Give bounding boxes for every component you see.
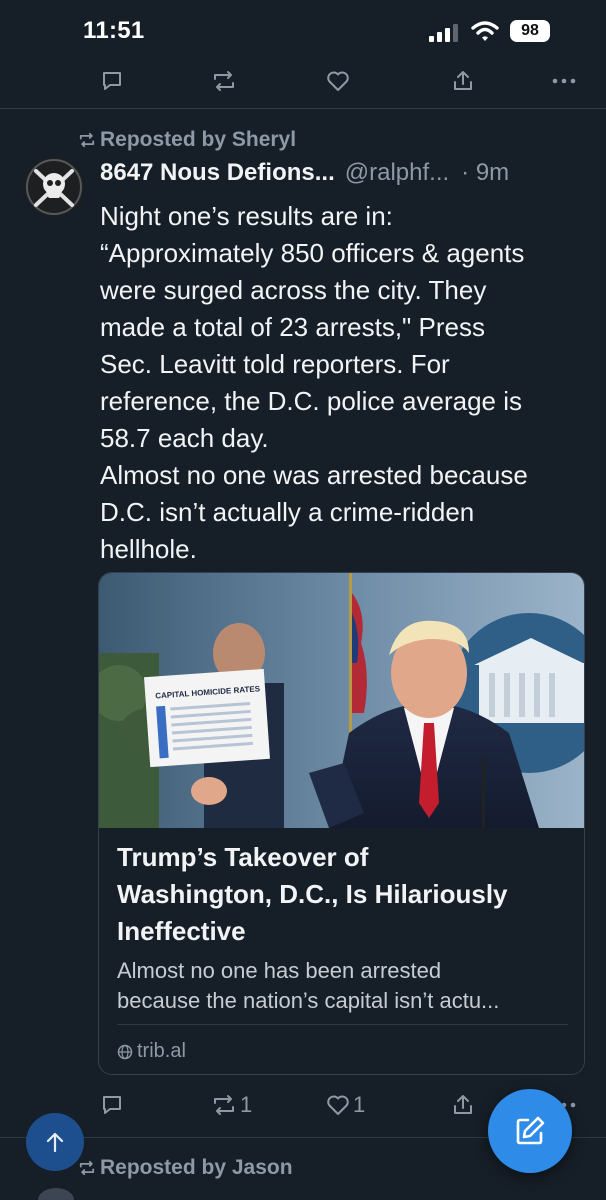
compose-icon [516,1116,545,1145]
compose-button[interactable] [488,1089,572,1173]
scroll-to-top-button[interactable] [26,1113,84,1171]
post-divider [0,108,606,109]
post-text-line: were surged across the city. They [100,275,487,305]
post-text-line: reference, the D.C. police average is [100,386,522,416]
post-text-line: Night one’s results are in: [100,201,393,231]
cellular-signal-icon [429,24,458,42]
arrow-up-icon [46,1132,64,1153]
post-text-line: made a total of 23 arrests," Press [100,312,485,342]
repost-button[interactable] [211,64,237,98]
post-text-line: hellhole. [100,534,197,564]
author-avatar[interactable] [24,157,84,217]
like-icon [327,1095,349,1115]
battery-indicator: 98 [510,20,550,42]
share-button[interactable] [451,64,475,98]
next-repost-label: Reposted by Jason [100,1156,293,1179]
post-timestamp: · 9m [461,159,510,186]
globe-icon [117,1044,133,1059]
share-button[interactable] [451,1088,475,1122]
more-options-button[interactable] [552,64,576,98]
like-icon [327,71,349,91]
like-button[interactable] [326,64,350,98]
next-repost-context[interactable]: Reposted by Jason [78,1156,293,1180]
link-card-description-line: Almost no one has been arrested [117,958,442,983]
next-author-avatar[interactable] [38,1188,74,1200]
reply-icon [103,72,121,90]
skull-crossbones-avatar-image [24,157,84,217]
previous-post-actions [0,64,606,98]
link-preview-card[interactable]: CAPITAL HOMICIDE RATES Trump’s Takeover … [98,572,585,1075]
like-button[interactable]: 1 [326,1088,365,1122]
wifi-icon [471,21,499,41]
post-text-line: 58.7 each day. [100,423,269,453]
author-handle[interactable]: @ralphf... [345,159,449,187]
repost-button[interactable]: 1 [211,1088,252,1122]
repost-context[interactable]: Reposted by Sheryl [78,128,296,152]
repost-count: 1 [240,1092,253,1117]
reply-button[interactable] [100,64,124,98]
repost-icon [79,1160,95,1176]
post-text-line: Sec. Leavitt told reporters. For [100,349,450,379]
link-card-title-line: Washington, D.C., Is Hilariously [117,879,508,909]
repost-icon [214,71,234,91]
share-icon [454,71,472,90]
post-text-line: Almost no one was arrested because [100,460,528,490]
link-card-description: Almost no one has been arrested because … [117,956,572,1016]
post-text-line: “Approximately 850 officers & agents [100,238,525,268]
post-header: 8647 Nous Defions... @ralphf... · 9m [100,159,590,191]
link-card-domain-text: trib.al [137,1040,186,1062]
status-bar: 11:51 98 [0,0,606,62]
link-card-separator [117,1024,568,1025]
link-card-title-line: Ineffective [117,916,246,946]
repost-label: Reposted by Sheryl [100,128,297,151]
status-time: 11:51 [83,17,145,44]
repost-icon [214,1095,234,1115]
post-text: Night one’s results are in: “Approximate… [100,198,590,568]
repost-icon [79,132,95,148]
link-card-description-line: because the nation’s capital isn’t actu.… [117,988,500,1013]
link-card-title-line: Trump’s Takeover of [117,842,369,872]
post-text-line: D.C. isn’t actually a crime-ridden [100,497,475,527]
link-card-domain: trib.al [117,1040,186,1063]
link-preview-image: CAPITAL HOMICIDE RATES [99,573,584,828]
like-count: 1 [353,1092,366,1117]
link-card-title: Trump’s Takeover of Washington, D.C., Is… [117,839,572,950]
reply-icon [103,1096,121,1114]
author-name[interactable]: 8647 Nous Defions... [100,159,335,187]
share-icon [454,1095,472,1114]
more-icon [552,78,576,84]
reply-button[interactable] [100,1088,124,1122]
